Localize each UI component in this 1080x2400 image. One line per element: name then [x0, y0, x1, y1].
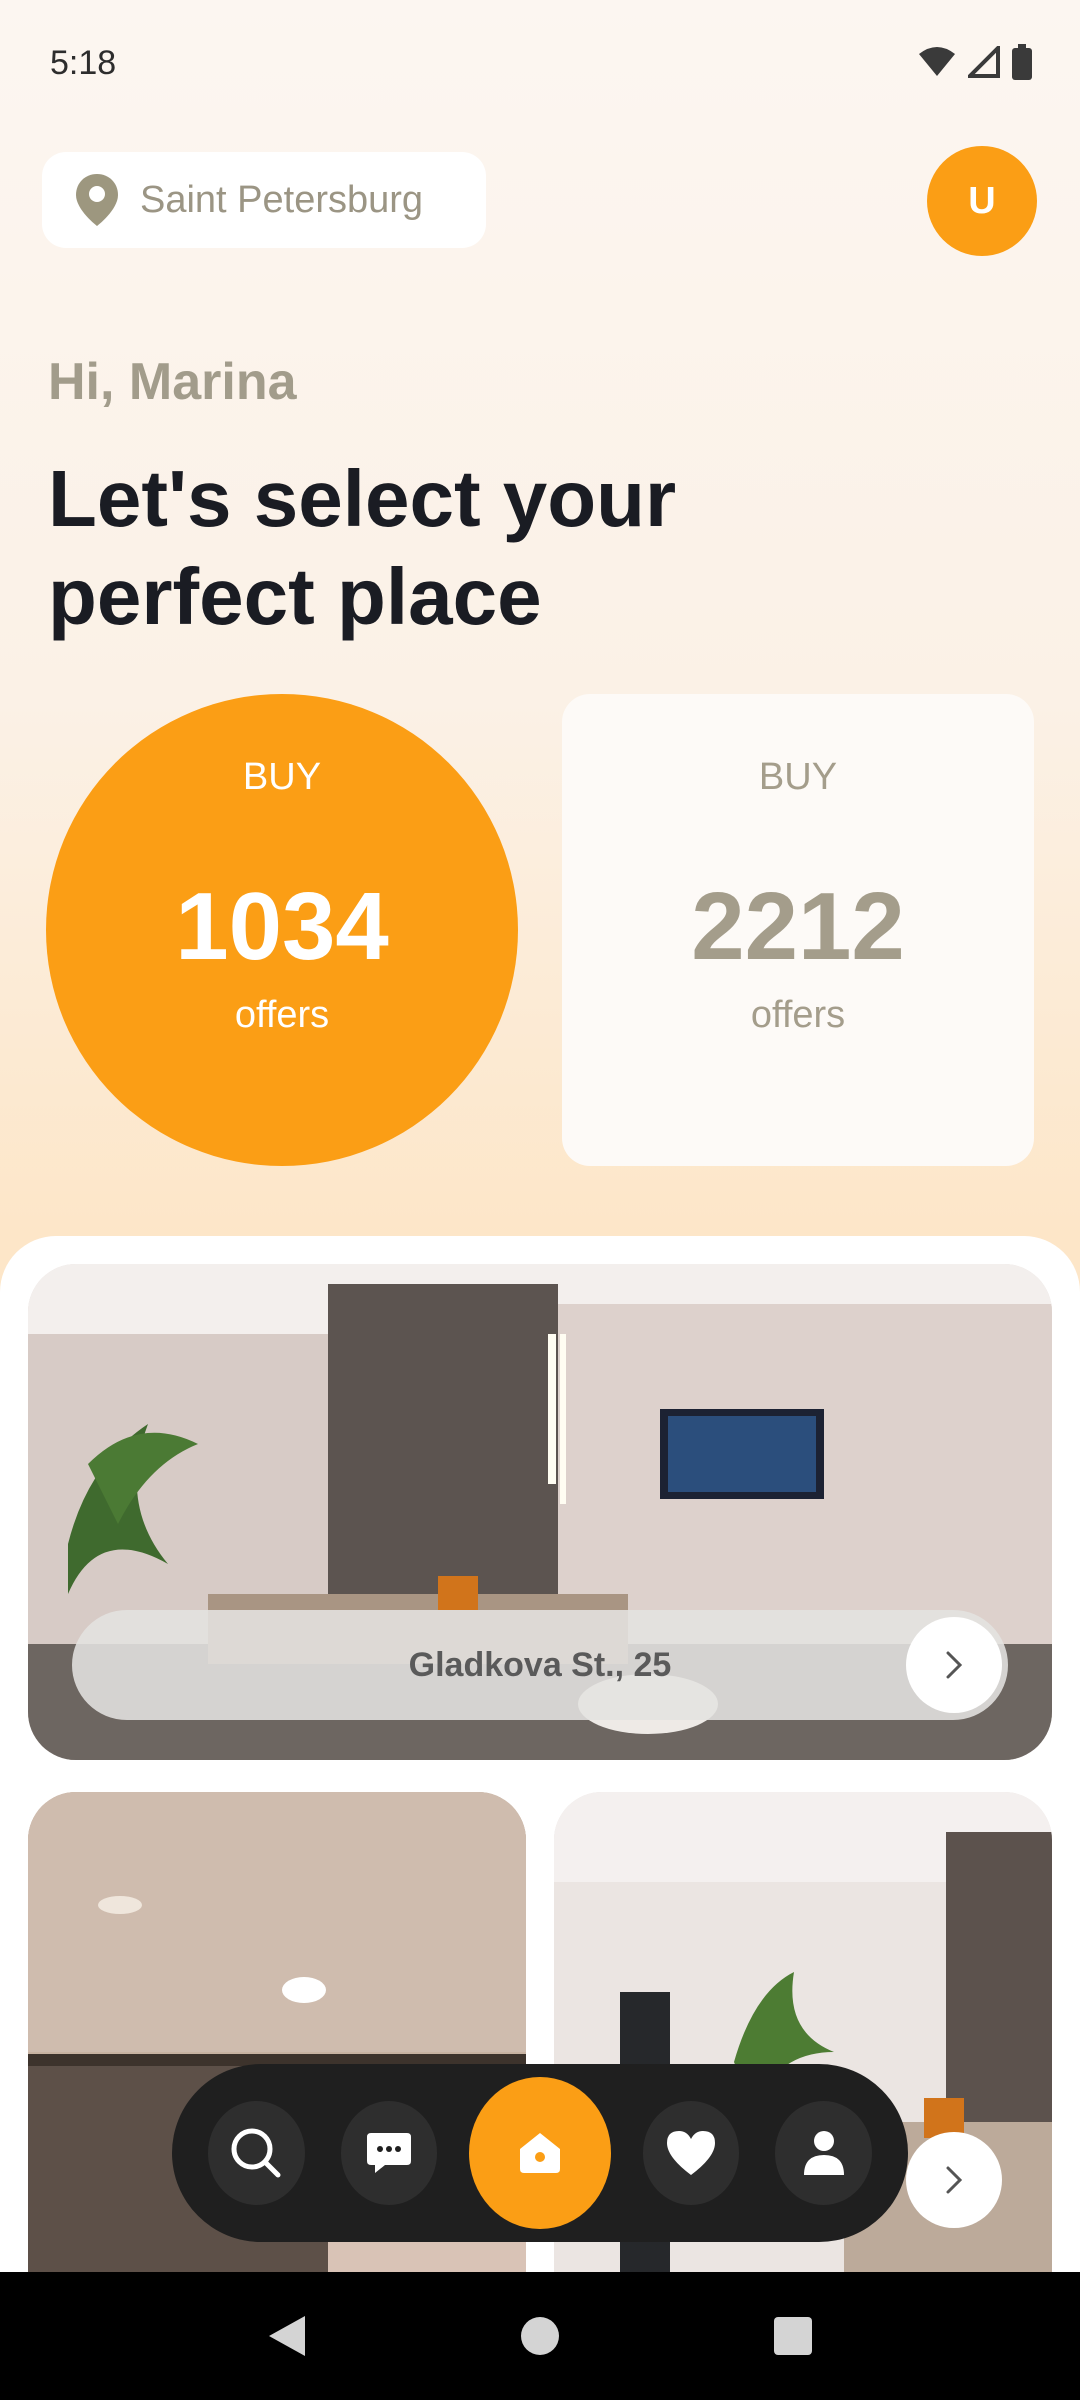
stat-type-label: BUY [758, 756, 838, 798]
stat-count: 1034 [175, 873, 389, 980]
listing-address: Gladkova St., 25 [408, 1645, 672, 1684]
wifi-icon [919, 47, 955, 76]
battery-icon [1012, 44, 1032, 80]
stat-type-label: BUY [242, 756, 322, 798]
open-listing-button[interactable] [906, 1617, 1002, 1713]
greeting: Hi, Marina [48, 353, 297, 411]
search-icon [231, 2128, 281, 2178]
status-time: 5:18 [50, 44, 117, 82]
chevron-right-icon [946, 1651, 963, 1679]
address-pill[interactable]: Gladkova St., 25 [72, 1610, 1008, 1720]
page-title: Let's select your perfect place [48, 454, 677, 641]
recents-icon[interactable] [771, 2314, 815, 2358]
stat-unit-label: offers [234, 994, 330, 1036]
listing-card[interactable]: Gladkova St., 25 [28, 1264, 1052, 1760]
status-icons [918, 44, 1032, 80]
system-nav-bar [0, 2272, 1080, 2400]
back-icon[interactable] [265, 2312, 309, 2360]
stat-unit-label: offers [750, 994, 846, 1036]
nav-chat[interactable] [340, 2101, 438, 2205]
open-listing-button[interactable] [906, 2132, 1002, 2228]
chevron-right-icon [946, 2166, 963, 2194]
stat-count: 2212 [691, 873, 905, 980]
heart-icon [666, 2131, 715, 2175]
status-bar: 5:18 [0, 0, 1080, 130]
nav-favorites[interactable] [642, 2101, 740, 2205]
avatar[interactable]: U [927, 146, 1037, 256]
home-icon [519, 2133, 560, 2173]
bottom-nav [172, 2064, 908, 2242]
nav-profile[interactable] [775, 2101, 872, 2205]
nav-home[interactable] [469, 2077, 611, 2229]
signal-icon [968, 46, 1000, 78]
buy-offers-card[interactable]: BUY 1034 offers [46, 694, 518, 1166]
location-selector[interactable]: Saint Petersburg [42, 152, 486, 248]
profile-icon [803, 2131, 844, 2175]
nav-search[interactable] [208, 2101, 305, 2205]
location-label: Saint Petersburg [140, 178, 424, 221]
location-pin-icon [76, 174, 118, 226]
buy-offers-card-secondary[interactable]: BUY 2212 offers [562, 694, 1034, 1166]
home-circle-icon[interactable] [518, 2314, 562, 2358]
chat-icon [367, 2133, 411, 2173]
